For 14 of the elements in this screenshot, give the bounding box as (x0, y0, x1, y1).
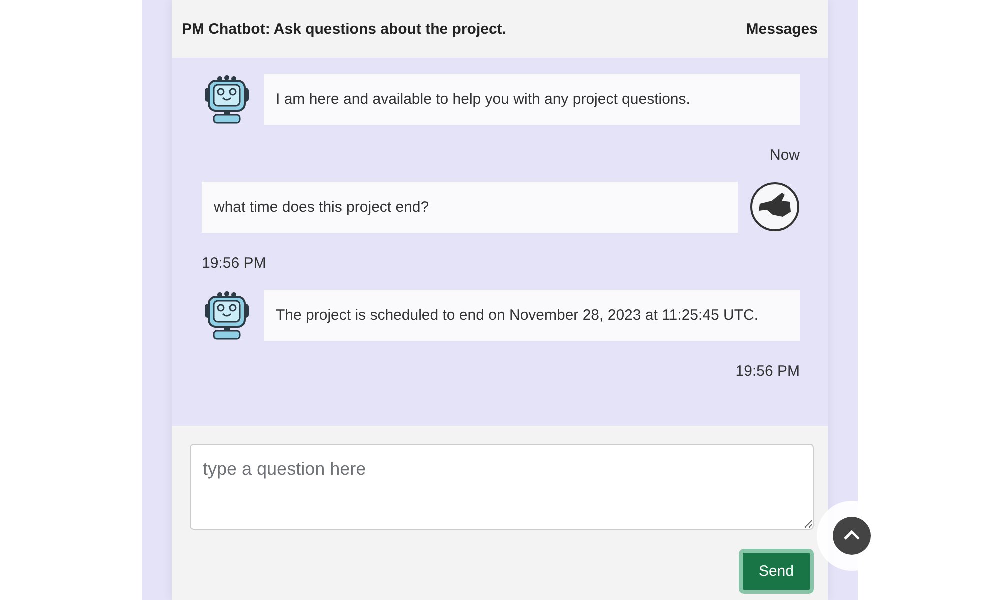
message-time: 19:56 PM (202, 255, 268, 272)
robot-avatar-icon (202, 74, 252, 124)
bot-message: I am here and available to help you with any project questions. (264, 74, 800, 125)
send-button[interactable]: Send (738, 549, 814, 594)
chat-title: PM Chatbot: Ask questions about the project. (182, 20, 506, 38)
message-time: Now (768, 147, 800, 164)
hand-avatar-icon (750, 182, 800, 232)
bot-message: The project is scheduled to end on November 28, 2023 at 11:25:45 UTC. (264, 290, 800, 341)
robot-avatar-icon (202, 290, 252, 340)
messages-link[interactable]: Messages (746, 20, 818, 38)
user-message: what time does this project end? (202, 182, 738, 233)
question-input[interactable]: type a question here (190, 444, 814, 530)
message-time: 19:56 PM (734, 363, 800, 380)
scroll-top-button[interactable] (833, 517, 871, 555)
